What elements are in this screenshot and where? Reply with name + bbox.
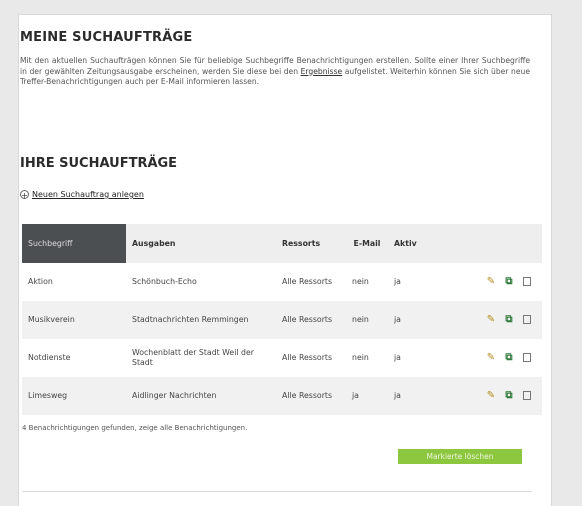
cell-actions: ✎ ⧉ — [448, 339, 542, 377]
cell-active: ja — [394, 277, 401, 286]
cell-ressort: Alle Ressorts — [276, 301, 346, 339]
add-circle-icon: + — [20, 190, 29, 200]
copy-icon[interactable]: ⧉ — [500, 315, 518, 325]
cell-term: Musikverein — [22, 301, 126, 339]
cell-edition: Aidlinger Nachrichten — [126, 377, 276, 415]
row-checkbox[interactable] — [518, 276, 536, 288]
results-count: 4 Benachrichtigungen gefunden, zeige all… — [22, 424, 248, 432]
row-checkbox[interactable] — [518, 314, 536, 326]
copy-icon[interactable]: ⧉ — [500, 391, 518, 401]
cell-ressort: Alle Ressorts — [276, 377, 346, 415]
section-title: IHRE SUCHAUFTRÄGE — [20, 156, 178, 171]
cell-term: Notdienste — [28, 353, 71, 362]
intro-text: Mit den aktuellen Suchaufträgen können S… — [20, 56, 530, 88]
table-row: Notdienste Wochenblatt der Stadt Weil de… — [22, 339, 542, 377]
cell-email: ja — [346, 377, 388, 415]
row-checkbox[interactable] — [518, 352, 536, 364]
cell-ressort: Alle Ressorts — [282, 353, 333, 362]
search-orders-table: Suchbegriff Ausgaben Ressorts E-Mail Akt… — [22, 224, 542, 415]
header-aktiv[interactable]: Aktiv — [388, 224, 448, 263]
header-suchbegriff[interactable]: Suchbegriff — [22, 224, 126, 263]
copy-icon[interactable]: ⧉ — [500, 277, 518, 287]
header-actions — [448, 224, 542, 263]
cell-email: nein — [346, 301, 388, 339]
table-row: Limesweg Aidlinger Nachrichten Alle Ress… — [22, 377, 542, 415]
cell-active: ja — [394, 353, 401, 362]
cell-actions: ✎ ⧉ — [448, 301, 542, 339]
copy-icon[interactable]: ⧉ — [500, 353, 518, 363]
divider — [22, 491, 532, 492]
header-ausgaben[interactable]: Ausgaben — [126, 224, 276, 263]
cell-active: ja — [388, 301, 448, 339]
header-email[interactable]: E-Mail — [346, 224, 388, 263]
new-search-link[interactable]: Neuen Suchauftrag anlegen — [32, 190, 144, 199]
pencil-icon[interactable]: ✎ — [482, 315, 500, 325]
cell-edition: Schönbuch-Echo — [132, 277, 197, 286]
pencil-icon[interactable]: ✎ — [482, 277, 500, 287]
results-link[interactable]: Ergebnisse — [301, 67, 343, 76]
header-ressorts[interactable]: Ressorts — [276, 224, 346, 263]
cell-term: Aktion — [28, 277, 53, 286]
delete-selected-button[interactable]: Markierte löschen — [398, 449, 522, 464]
row-checkbox[interactable] — [518, 390, 536, 402]
cell-actions: ✎ ⧉ — [448, 377, 542, 415]
table-row: Aktion Schönbuch-Echo Alle Ressorts nein… — [22, 263, 542, 301]
cell-edition: Wochenblatt der Stadt Weil der Stadt — [132, 348, 254, 367]
cell-email: nein — [352, 277, 369, 286]
cell-edition: Stadtnachrichten Remmingen — [126, 301, 276, 339]
new-search-link-wrapper[interactable]: + Neuen Suchauftrag anlegen — [20, 190, 144, 200]
table-row: Musikverein Stadtnachrichten Remmingen A… — [22, 301, 542, 339]
cell-email: nein — [352, 353, 369, 362]
cell-active: ja — [388, 377, 448, 415]
table-header-row: Suchbegriff Ausgaben Ressorts E-Mail Akt… — [22, 224, 542, 263]
pencil-icon[interactable]: ✎ — [482, 391, 500, 401]
pencil-icon[interactable]: ✎ — [482, 353, 500, 363]
cell-actions: ✎ ⧉ — [448, 263, 542, 301]
cell-term: Limesweg — [22, 377, 126, 415]
cell-ressort: Alle Ressorts — [282, 277, 333, 286]
page-title: MEINE SUCHAUFTRÄGE — [20, 30, 193, 45]
